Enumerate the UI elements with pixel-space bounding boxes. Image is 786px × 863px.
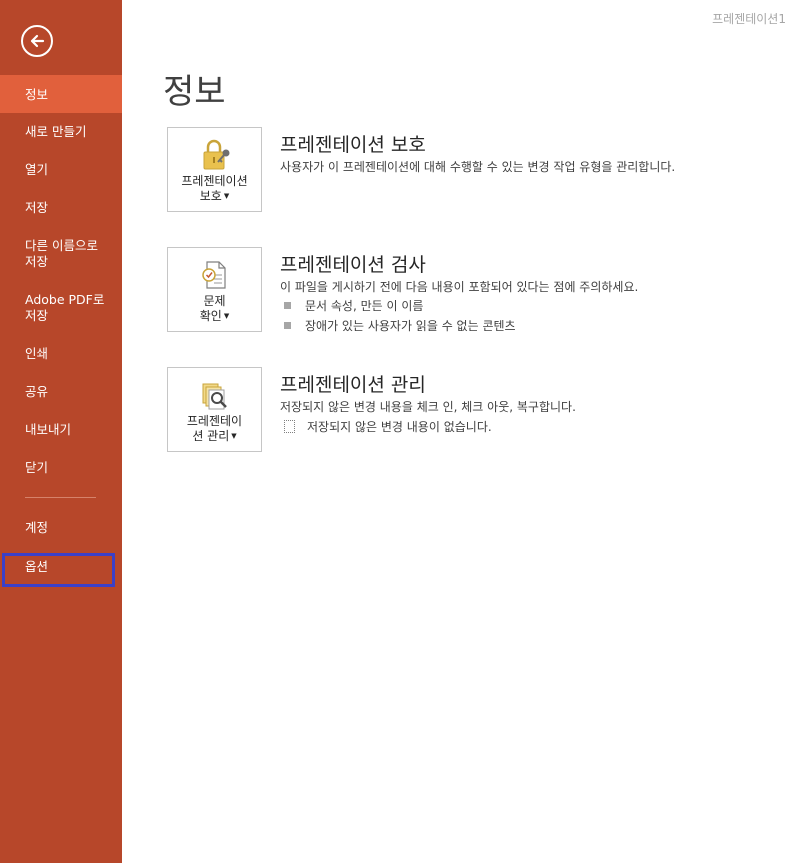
backstage-sidebar: 정보 새로 만들기 열기 저장 다른 이름으로 저장 Adobe PDF로 저장…: [0, 0, 122, 863]
inspect-document-icon: [201, 261, 226, 289]
dropdown-caret-icon: ▼: [223, 312, 230, 320]
page-title: 정보: [163, 72, 226, 112]
manage-description: 저장되지 않은 변경 내용을 체크 인, 체크 아웃, 복구합니다.: [280, 400, 576, 414]
sidebar-divider: [25, 497, 96, 498]
lock-key-icon: [203, 139, 229, 170]
document-title: 프레젠테이션1: [712, 12, 786, 26]
check-for-issues-button[interactable]: 문제 확인 ▼: [167, 247, 262, 332]
dropdown-caret-icon: ▼: [231, 432, 237, 440]
manage-note: 저장되지 않은 변경 내용이 없습니다.: [284, 418, 492, 435]
nav-item-save[interactable]: 저장: [0, 200, 122, 216]
nav-item-new[interactable]: 새로 만들기: [0, 124, 122, 140]
back-arrow-icon: [30, 34, 45, 48]
document-outline-icon: [284, 420, 295, 433]
nav-item-save-as-adobe-pdf[interactable]: Adobe PDF로 저장: [0, 292, 122, 324]
check-issues-tile-label: 문제 확인 ▼: [199, 294, 230, 323]
nav-item-share[interactable]: 공유: [0, 384, 122, 400]
nav-item-open[interactable]: 열기: [0, 162, 122, 178]
protect-heading: 프레젠테이션 보호: [280, 134, 426, 156]
inspect-bullet-item: 장애가 있는 사용자가 읽을 수 없는 콘텐츠: [284, 317, 516, 334]
options-highlight-box: [2, 553, 115, 587]
manage-tile-label: 프레젠테이 션 관리 ▼: [186, 414, 243, 443]
inspect-heading: 프레젠테이션 검사: [280, 254, 426, 276]
nav-item-save-as[interactable]: 다른 이름으로 저장: [0, 238, 122, 270]
dropdown-caret-icon: ▼: [223, 192, 230, 200]
manage-presentation-button[interactable]: 프레젠테이 션 관리 ▼: [167, 367, 262, 452]
inspect-bullet-item: 문서 속성, 만든 이 이름: [284, 297, 423, 314]
bullet-square-icon: [284, 302, 291, 309]
nav-item-print[interactable]: 인쇄: [0, 346, 122, 362]
manage-heading: 프레젠테이션 관리: [280, 374, 426, 396]
nav-item-close[interactable]: 닫기: [0, 460, 122, 476]
protect-description: 사용자가 이 프레젠테이션에 대해 수행할 수 있는 변경 작업 유형을 관리합…: [280, 160, 676, 174]
nav-item-info[interactable]: 정보: [0, 75, 122, 113]
protect-tile-label: 프레젠테이션 보호 ▼: [181, 174, 248, 203]
manage-versions-icon: [202, 383, 227, 410]
back-button[interactable]: [21, 25, 53, 57]
bullet-square-icon: [284, 322, 291, 329]
protect-presentation-button[interactable]: 프레젠테이션 보호 ▼: [167, 127, 262, 212]
nav-item-export[interactable]: 내보내기: [0, 422, 122, 438]
inspect-description: 이 파일을 게시하기 전에 다음 내용이 포함되어 있다는 점에 주의하세요.: [280, 280, 639, 294]
nav-item-account[interactable]: 계정: [0, 520, 122, 536]
